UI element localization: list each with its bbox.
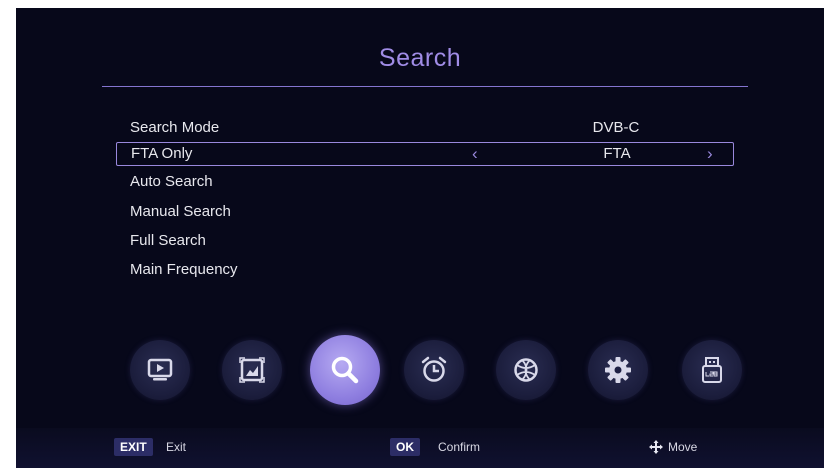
picture-icon — [239, 357, 265, 383]
menu-item-search-mode[interactable]: Search Mode DVB-C — [116, 116, 734, 140]
menu-item-value: DVB-C — [592, 119, 640, 136]
globe-icon — [514, 358, 538, 382]
alarm-clock-icon — [421, 356, 447, 382]
search-button[interactable] — [310, 335, 380, 405]
usb-icon — [702, 357, 722, 383]
settings-button[interactable] — [588, 340, 648, 400]
chevron-left-icon[interactable]: ‹ — [472, 142, 478, 166]
menu-item-label: Manual Search — [130, 203, 231, 220]
move-hint-label: Move — [668, 440, 698, 454]
search-icon — [331, 356, 359, 384]
move-arrows-icon — [649, 440, 663, 454]
menu-item-label: Main Frequency — [130, 261, 238, 278]
chevron-right-icon[interactable]: › — [707, 142, 713, 166]
ok-key-badge: OK — [390, 438, 420, 456]
exit-key-badge: EXIT — [114, 438, 153, 456]
tv-button[interactable] — [130, 340, 190, 400]
menu-item-label: Full Search — [130, 232, 206, 249]
menu-item-full-search[interactable]: Full Search — [116, 229, 734, 253]
menu-item-fta-only[interactable]: FTA Only ‹ FTA › — [116, 142, 734, 166]
menu-item-main-frequency[interactable]: Main Frequency — [116, 258, 734, 282]
exit-hint-label: Exit — [166, 440, 187, 454]
main-menu-toolbar — [116, 335, 756, 405]
menu-item-label: Search Mode — [130, 119, 220, 136]
confirm-hint-label: Confirm — [438, 440, 481, 454]
gear-icon — [605, 357, 631, 383]
title-divider — [102, 86, 748, 87]
alarm-button[interactable] — [404, 340, 464, 400]
page-title: Search — [378, 44, 462, 72]
tv-screen: Search Search Mode DVB-C FTA Only ‹ FTA … — [16, 8, 824, 468]
usb-button[interactable] — [682, 340, 742, 400]
menu-item-value: FTA — [603, 145, 631, 162]
picture-button[interactable] — [222, 340, 282, 400]
menu-item-label: FTA Only — [131, 145, 193, 162]
menu-item-manual-search[interactable]: Manual Search — [116, 200, 734, 224]
network-button[interactable] — [496, 340, 556, 400]
tv-icon — [147, 358, 173, 381]
menu-item-label: Auto Search — [130, 173, 213, 190]
key-hint-bar: EXIT Exit OK Confirm Move — [16, 428, 824, 468]
menu-item-auto-search[interactable]: Auto Search — [116, 170, 734, 194]
